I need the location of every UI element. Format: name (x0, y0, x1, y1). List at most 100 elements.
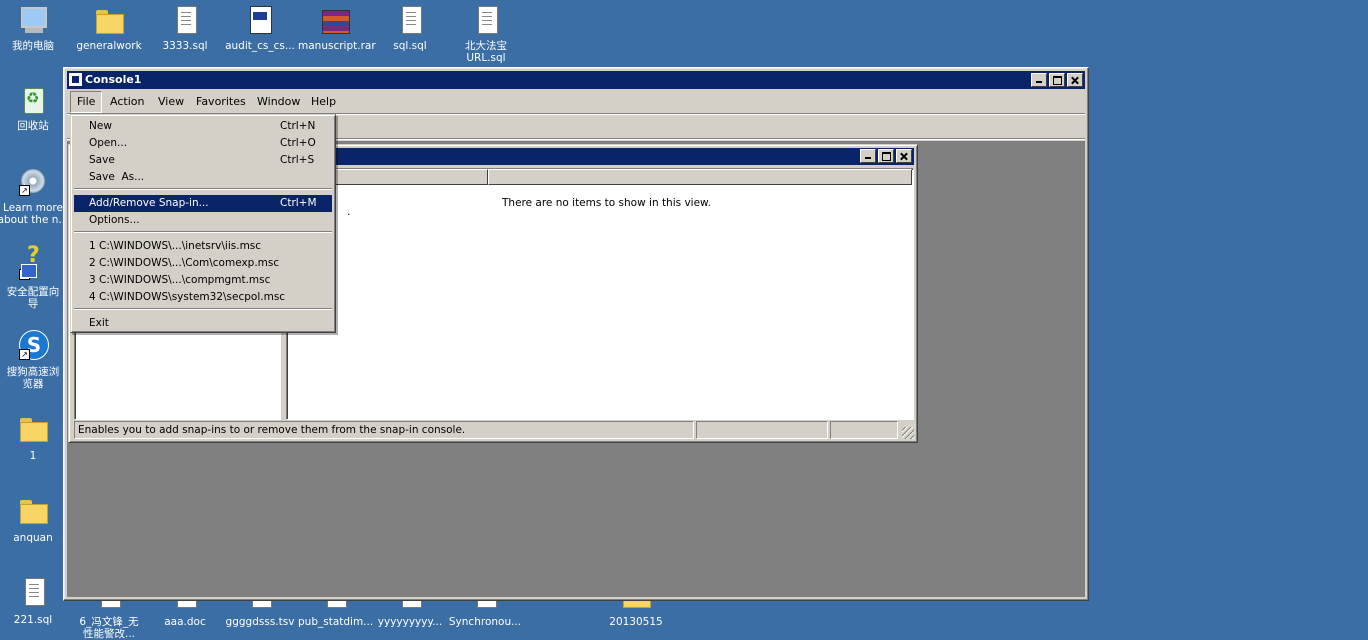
window-controls (1029, 73, 1083, 87)
my-computer-icon (17, 4, 49, 36)
close-button[interactable] (1067, 73, 1083, 87)
maximize-button[interactable] (1049, 73, 1065, 87)
minimize-button[interactable] (1031, 73, 1047, 87)
desktop-icon-audit[interactable]: audit_cs_cs... (223, 4, 297, 52)
desktop-icon-label: sql.sql (393, 40, 427, 52)
menu-item-shortcut: Ctrl+O (280, 137, 316, 149)
menu-item-label: Options... (89, 214, 140, 226)
desktop-icon-label: 221.sql (13, 614, 53, 626)
app-document-icon (244, 4, 276, 36)
desktop-icon-generalwork[interactable]: generalwork (72, 4, 146, 52)
menu-action[interactable]: Action (104, 91, 150, 113)
mmc-app-icon[interactable] (69, 73, 82, 86)
menu-item-shortcut: Ctrl+M (280, 197, 317, 209)
menu-separator (74, 188, 332, 190)
desktop-icon-sogou[interactable]: ↗ 搜狗高速浏览器 (0, 330, 70, 390)
desktop-icon-label: generalwork (76, 40, 142, 52)
desktop-icon-3333-sql[interactable]: 3333.sql (148, 4, 222, 52)
menu-favorites[interactable]: Favorites (190, 91, 252, 113)
desktop-icon-recycle-bin[interactable]: 回收站 (0, 84, 70, 132)
empty-view-message: There are no items to show in this view. (502, 197, 711, 209)
desktop-icon-security-wizard[interactable]: ↗ 安全配置向导 (0, 250, 70, 310)
desktop-icon-manuscript-rar[interactable]: manuscript.rar (298, 4, 376, 52)
child-window-controls (858, 149, 912, 163)
document-icon (394, 4, 426, 36)
menu-help-label: Help (311, 95, 337, 108)
desktop-icon-221-sql[interactable]: 221.sql (0, 576, 70, 626)
desktop-icon-my-computer[interactable]: 我的电脑 (0, 4, 70, 52)
sogou-browser-icon: ↗ (17, 330, 49, 362)
desktop-icon-label: 6_冯文锋_无性能警改... (79, 616, 139, 640)
file-menu-dropdown: New Ctrl+N Open... Ctrl+O Save Ctrl+S Save … (70, 114, 336, 333)
desktop-icon-label: 20130515 (609, 616, 663, 628)
menu-item-label: New (89, 120, 112, 132)
folder-icon (93, 4, 125, 36)
desktop-icon-label: yyyyyyyyy... (377, 616, 443, 628)
desktop-icon-label: manuscript.rar (298, 40, 376, 52)
menu-item-save-as[interactable]: Save As... (74, 169, 332, 186)
child-minimize-button[interactable] (860, 149, 876, 163)
menu-item-shortcut: Ctrl+N (280, 120, 316, 132)
desktop-icon-label: 北大法宝 URL.sql (465, 40, 507, 64)
desktop-icon-sql-sql[interactable]: sql.sql (373, 4, 447, 52)
folder-icon (17, 412, 49, 444)
desktop-icon-label: 1 (29, 450, 37, 462)
menu-item-recent-2[interactable]: 2 C:\WINDOWS\...\Com\comexp.msc (74, 255, 332, 272)
document-icon (17, 576, 49, 608)
menu-item-add-remove-snap-in[interactable]: Add/Remove Snap-in... Ctrl+M (74, 195, 332, 212)
menu-separator (74, 308, 332, 310)
shortcut-arrow-icon: ↗ (19, 269, 30, 280)
menu-item-recent-4[interactable]: 4 C:\WINDOWS\system32\secpol.msc (74, 289, 332, 306)
console-titlebar[interactable]: Console1 (67, 71, 1085, 89)
menu-favorites-label: Favorites (196, 95, 246, 108)
shortcut-arrow-icon: ↗ (19, 349, 30, 360)
status-panel-3 (830, 421, 898, 439)
menu-help[interactable]: Help (305, 91, 342, 113)
menu-item-recent-3[interactable]: 3 C:\WINDOWS\...\compmgmt.msc (74, 272, 332, 289)
menu-item-label: Save As... (89, 171, 145, 183)
desktop-icon-anquan[interactable]: anquan (0, 494, 70, 544)
desktop-icon-label: pub_statdim... (298, 616, 374, 628)
desktop-icon-label: Synchronou... (448, 616, 522, 628)
menu-item-label: Open... (89, 137, 128, 149)
desktop-icon-learn-more[interactable]: ↗ Learn more about the n... (0, 166, 70, 226)
menu-window-label: Window (257, 95, 301, 108)
folder-icon (17, 494, 49, 526)
menu-item-new[interactable]: New Ctrl+N (74, 118, 332, 135)
menu-bar: File Action View Favorites Window Help (67, 91, 1085, 114)
menu-item-label: 4 C:\WINDOWS\system32\secpol.msc (89, 291, 286, 303)
document-icon (169, 4, 201, 36)
menu-item-options[interactable]: Options... (74, 212, 332, 229)
menu-item-label: 3 C:\WINDOWS\...\compmgmt.msc (89, 274, 271, 286)
desktop-icon-beida-url[interactable]: 北大法宝 URL.sql (448, 4, 524, 64)
menu-window[interactable]: Window (251, 91, 306, 113)
child-restore-button[interactable] (878, 149, 894, 163)
result-pane[interactable]: . There are no items to show in this vie… (286, 168, 914, 420)
menu-file[interactable]: File (70, 91, 103, 113)
resize-grip[interactable] (902, 427, 914, 439)
column-header-2[interactable] (488, 169, 912, 185)
menu-action-label: Action (110, 95, 145, 108)
menu-item-exit[interactable]: Exit (74, 315, 332, 332)
menu-item-label: 2 C:\WINDOWS\...\Com\comexp.msc (89, 257, 280, 269)
shortcut-arrow-icon: ↗ (19, 185, 30, 196)
child-close-button[interactable] (896, 149, 912, 163)
desktop-icon-label: ggggdsss.tsv (225, 616, 295, 628)
document-icon (470, 4, 502, 36)
desktop-icon-label: 安全配置向导 (6, 286, 60, 310)
menu-view-label: View (158, 95, 185, 108)
desktop-icon-label: 搜狗高速浏览器 (6, 366, 60, 390)
desktop-icon-folder-1[interactable]: 1 (0, 412, 70, 462)
menu-item-label: 1 C:\WINDOWS\...\inetsrv\iis.msc (89, 240, 262, 252)
menu-item-recent-1[interactable]: 1 C:\WINDOWS\...\inetsrv\iis.msc (74, 238, 332, 255)
desktop-icon-label: Learn more about the n... (0, 202, 69, 226)
desktop-icon-label: 3333.sql (162, 40, 208, 52)
cd-icon: ↗ (17, 166, 49, 198)
desktop-icon-label: 我的电脑 (12, 40, 54, 52)
recycle-bin-icon (17, 84, 49, 116)
menu-view[interactable]: View (152, 91, 190, 113)
menu-item-save[interactable]: Save Ctrl+S (74, 152, 332, 169)
result-dot: . (347, 205, 351, 218)
menu-item-open[interactable]: Open... Ctrl+O (74, 135, 332, 152)
rar-archive-icon (319, 4, 351, 36)
